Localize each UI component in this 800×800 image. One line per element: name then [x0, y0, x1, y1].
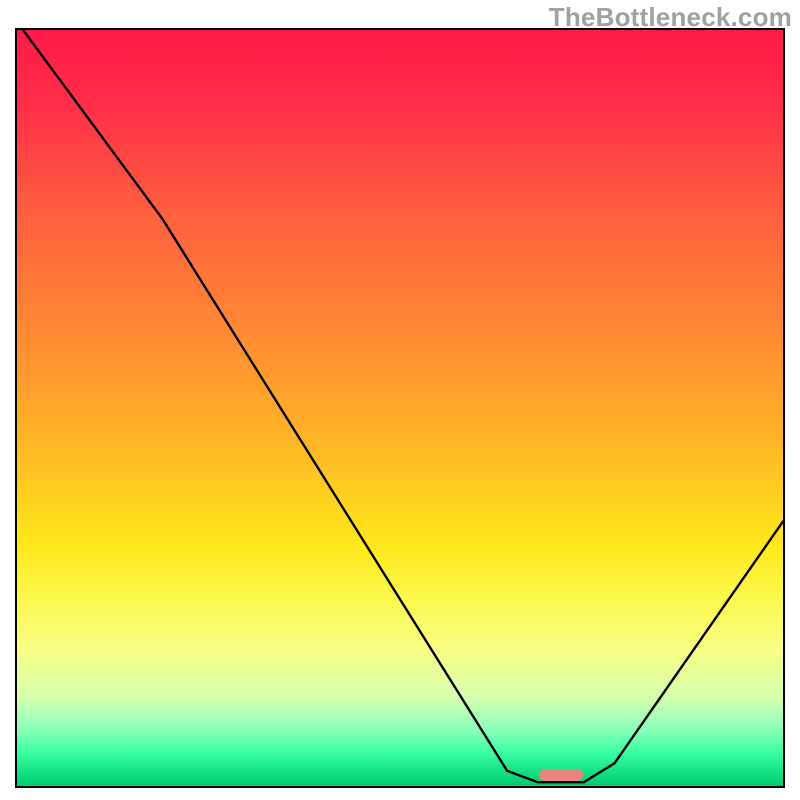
chart-wrapper: TheBottleneck.com — [0, 0, 800, 800]
plot-area — [15, 28, 785, 788]
gradient-background — [17, 30, 783, 786]
